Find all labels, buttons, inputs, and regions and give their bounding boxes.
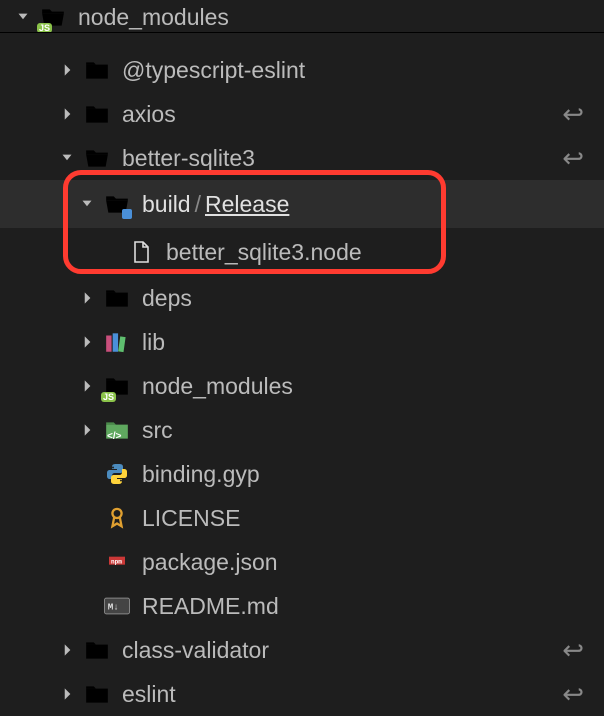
lib-folder-icon	[104, 329, 130, 355]
tree-item-class-validator[interactable]: class-validator ↩	[0, 628, 604, 672]
chevron-right-icon	[56, 59, 78, 81]
markdown-icon: M↓	[104, 593, 130, 619]
tree-item-label: better-sqlite3	[122, 145, 255, 172]
tree-item-node-modules-inner[interactable]: JS node_modules	[0, 364, 604, 408]
node-folder-icon: JS	[104, 373, 130, 399]
tree-item-label: package.json	[142, 549, 278, 576]
tree-item-better-sqlite3[interactable]: better-sqlite3 ↩	[0, 136, 604, 180]
file-tree: JS node_modules @typescript-eslint	[0, 0, 604, 716]
folder-open-icon	[104, 191, 130, 217]
folder-icon	[84, 681, 110, 707]
tree-item-eslint[interactable]: eslint ↩	[0, 672, 604, 716]
tree-item-binding-gyp[interactable]: binding.gyp	[0, 452, 604, 496]
chevron-right-icon	[56, 683, 78, 705]
license-icon	[104, 505, 130, 531]
folder-icon	[84, 637, 110, 663]
tree-item-label: eslint	[122, 681, 176, 708]
folder-icon	[84, 57, 110, 83]
tree-item-label: node_modules	[142, 373, 293, 400]
chevron-right-icon	[56, 103, 78, 125]
tree-item-label: build	[142, 191, 191, 218]
vcs-indicator-icon: ↩	[562, 143, 584, 174]
divider	[0, 32, 604, 33]
tree-item-label: binding.gyp	[142, 461, 260, 488]
tree-item-readme[interactable]: M↓ README.md	[0, 584, 604, 628]
vcs-indicator-icon: ↩	[562, 679, 584, 710]
vcs-indicator-icon: ↩	[562, 635, 584, 666]
tree-item-build-release[interactable]: build / Release	[0, 180, 604, 228]
svg-text:npm: npm	[111, 558, 122, 565]
svg-text:M↓: M↓	[108, 602, 119, 613]
tree-item-label: class-validator	[122, 637, 269, 664]
tree-item-lib[interactable]: lib	[0, 320, 604, 364]
tree-item-label: README.md	[142, 593, 279, 620]
tree-item-better-sqlite3-node[interactable]: better_sqlite3.node	[0, 228, 604, 276]
chevron-down-icon	[56, 147, 78, 169]
chevron-down-icon	[76, 193, 98, 215]
folder-open-icon	[84, 145, 110, 171]
tree-item-src[interactable]: </> src	[0, 408, 604, 452]
tree-item-deps[interactable]: deps	[0, 276, 604, 320]
tree-item-label: LICENSE	[142, 505, 240, 532]
tree-item-license[interactable]: LICENSE	[0, 496, 604, 540]
python-icon	[104, 461, 130, 487]
chevron-down-icon	[12, 6, 34, 28]
tree-item-label: better_sqlite3.node	[166, 239, 362, 266]
chevron-right-icon	[76, 419, 98, 441]
tree-item-typescript-eslint[interactable]: @typescript-eslint	[0, 48, 604, 92]
tree-item-label: axios	[122, 101, 176, 128]
path-separator: /	[195, 191, 201, 218]
chevron-right-icon	[76, 331, 98, 353]
tree-item-label: node_modules	[78, 4, 229, 31]
chevron-right-icon	[56, 639, 78, 661]
file-icon	[128, 239, 154, 265]
node-folder-icon: JS	[40, 4, 66, 30]
chevron-right-icon	[76, 375, 98, 397]
tree-item-label: @typescript-eslint	[122, 57, 305, 84]
npm-icon: npm	[104, 549, 130, 575]
tree-item-label: deps	[142, 285, 192, 312]
tree-item-node-modules[interactable]: JS node_modules	[0, 0, 604, 34]
folder-icon	[84, 101, 110, 127]
tree-item-label: lib	[142, 329, 165, 356]
tree-item-sublabel: Release	[205, 191, 289, 218]
tree-item-label: src	[142, 417, 173, 444]
tree-item-axios[interactable]: axios ↩	[0, 92, 604, 136]
vcs-indicator-icon: ↩	[562, 99, 584, 130]
tree-item-package-json[interactable]: npm package.json	[0, 540, 604, 584]
chevron-right-icon	[76, 287, 98, 309]
src-folder-icon: </>	[104, 417, 130, 443]
folder-icon	[104, 285, 130, 311]
